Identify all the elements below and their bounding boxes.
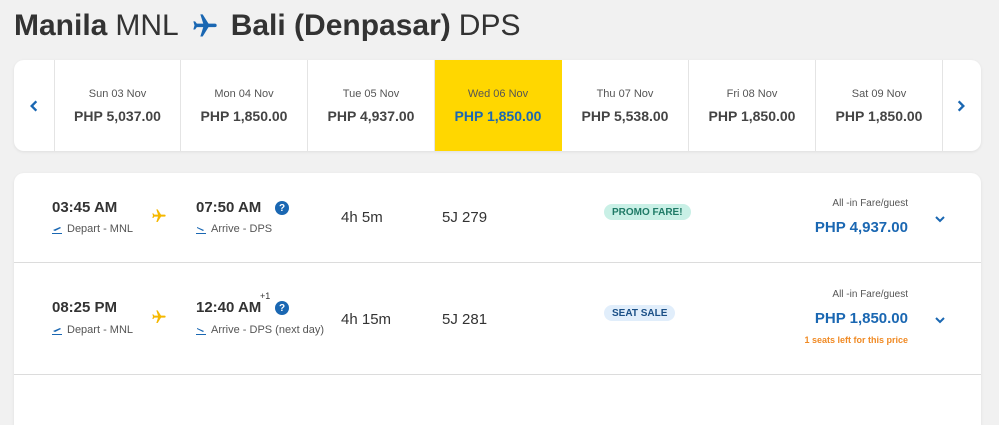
date-option[interactable]: Thu 07 Nov PHP 5,538.00 <box>562 60 689 151</box>
chevron-down-icon[interactable] <box>934 212 946 230</box>
date-price: PHP 1,850.00 <box>708 107 796 124</box>
date-price: PHP 1,850.00 <box>835 107 923 124</box>
date-price: PHP 1,850.00 <box>454 107 542 124</box>
info-icon[interactable]: ? <box>275 201 289 215</box>
date-price: PHP 4,937.00 <box>327 107 415 124</box>
airplane-icon <box>151 309 167 330</box>
date-list: Sun 03 Nov PHP 5,037.00 Mon 04 Nov PHP 1… <box>54 60 943 151</box>
date-label: Thu 07 Nov <box>596 87 654 100</box>
fare-price: PHP 1,850.00 <box>814 310 908 327</box>
next-dates-button[interactable] <box>941 60 981 151</box>
depart-label: Depart - MNL <box>67 324 134 336</box>
day-offset: +1 <box>260 291 271 301</box>
date-label: Tue 05 Nov <box>342 87 400 100</box>
flight-number: 5J 279 <box>442 209 488 226</box>
date-price: PHP 5,037.00 <box>74 107 161 124</box>
depart-time: 08:25 PM <box>52 299 118 316</box>
chevron-left-icon <box>30 100 38 111</box>
dest-city: Bali (Denpasar) <box>230 9 451 42</box>
dest-code: DPS <box>458 9 521 42</box>
date-label: Sun 03 Nov <box>88 87 147 100</box>
date-price: PHP 5,538.00 <box>581 107 669 124</box>
flight-duration: 4h 5m <box>341 209 383 226</box>
seats-left-notice: 1 seats left for this price <box>804 335 908 345</box>
arrive-time: 07:50 AM <box>196 199 262 216</box>
date-option[interactable]: Tue 05 Nov PHP 4,937.00 <box>308 60 435 151</box>
date-strip: Sun 03 Nov PHP 5,037.00 Mon 04 Nov PHP 1… <box>14 60 981 151</box>
arrive-label: Arrive - DPS (next day) <box>211 324 325 336</box>
arrive-time: 12:40 AM <box>196 299 262 316</box>
landing-icon <box>196 328 206 335</box>
arrive-label: Arrive - DPS <box>211 223 273 235</box>
flight-row[interactable]: 08:25 PM Depart - MNL 12:40 AM +1 ? Arri… <box>14 263 981 375</box>
fare-label: All -in Fare/guest <box>832 198 908 209</box>
date-option[interactable]: Mon 04 Nov PHP 1,850.00 <box>181 60 308 151</box>
date-label: Wed 06 Nov <box>467 87 529 100</box>
info-icon[interactable]: ? <box>275 301 289 315</box>
chevron-down-icon[interactable] <box>934 313 946 331</box>
arrive-info: Arrive - DPS <box>196 223 272 235</box>
fare-label: All -in Fare/guest <box>832 289 908 300</box>
arrive-info: Arrive - DPS (next day) <box>196 324 324 336</box>
airplane-icon <box>151 208 167 229</box>
origin-city: Manila <box>14 9 108 42</box>
landing-icon <box>196 227 206 234</box>
date-price: PHP 1,850.00 <box>200 107 288 124</box>
depart-info: Depart - MNL <box>52 324 133 336</box>
airplane-icon <box>191 12 219 40</box>
flight-row[interactable]: 03:45 AM Depart - MNL 07:50 AM ? Arrive … <box>14 173 981 263</box>
date-label: Fri 08 Nov <box>726 87 778 100</box>
prev-dates-button[interactable] <box>14 60 54 151</box>
chevron-right-icon <box>957 100 965 111</box>
date-option[interactable]: Sat 09 Nov PHP 1,850.00 <box>816 60 943 151</box>
takeoff-icon <box>52 328 62 335</box>
takeoff-icon <box>52 227 62 234</box>
depart-label: Depart - MNL <box>67 223 134 235</box>
fare-price: PHP 4,937.00 <box>814 219 908 236</box>
date-option[interactable]: Sun 03 Nov PHP 5,037.00 <box>54 60 181 151</box>
date-label: Mon 04 Nov <box>214 87 274 100</box>
seat-sale-badge: SEAT SALE <box>604 305 676 321</box>
date-option[interactable]: Fri 08 Nov PHP 1,850.00 <box>689 60 816 151</box>
flight-number: 5J 281 <box>442 311 488 328</box>
flight-list: 03:45 AM Depart - MNL 07:50 AM ? Arrive … <box>14 173 981 425</box>
origin-code: MNL <box>115 9 179 42</box>
route-header: Manila MNL Bali (Denpasar) DPS <box>14 4 532 48</box>
depart-info: Depart - MNL <box>52 223 133 235</box>
date-option-selected[interactable]: Wed 06 Nov PHP 1,850.00 <box>435 60 562 151</box>
depart-time: 03:45 AM <box>52 199 118 216</box>
date-label: Sat 09 Nov <box>851 87 907 100</box>
flight-duration: 4h 15m <box>341 311 392 328</box>
promo-fare-badge: PROMO FARE! <box>604 204 691 220</box>
